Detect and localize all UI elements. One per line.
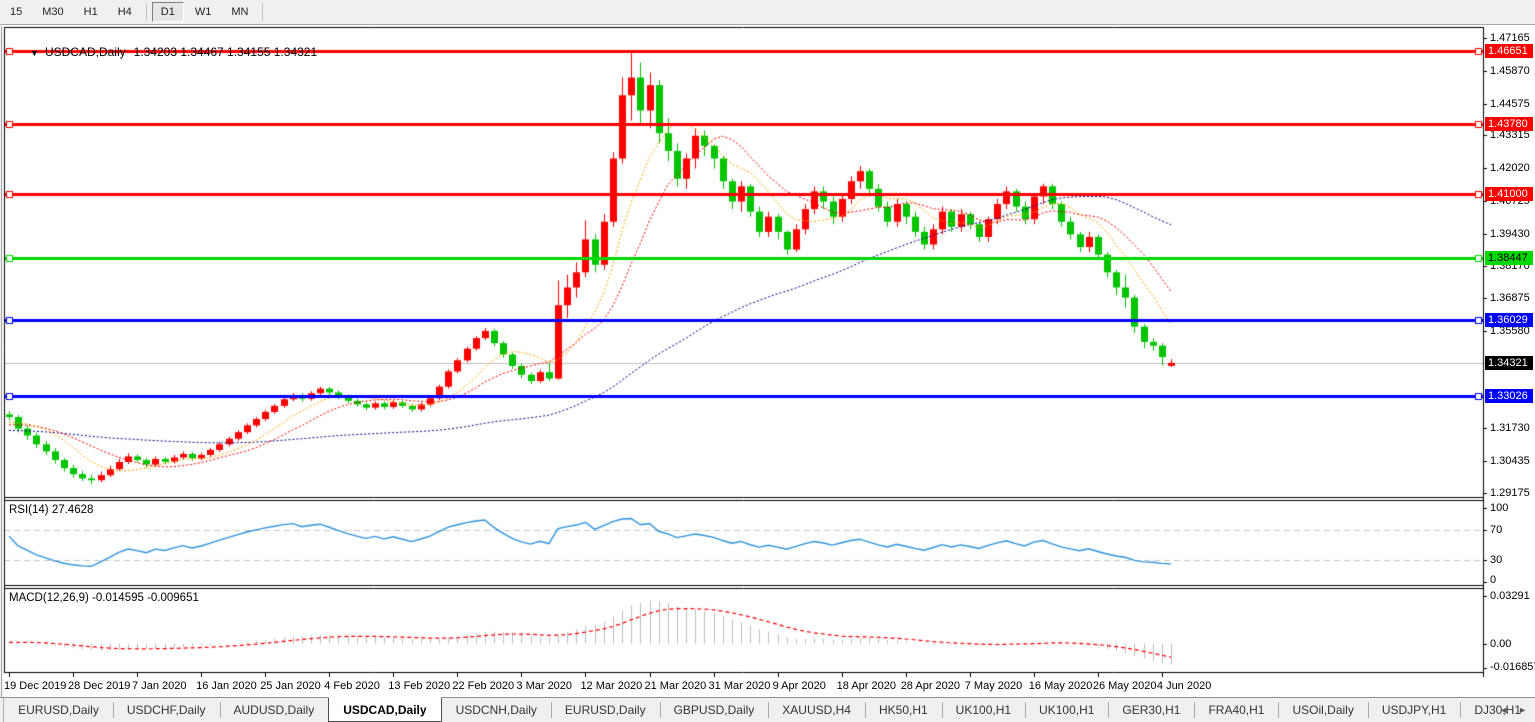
- chart-tab-usdcnh-daily[interactable]: USDCNH,Daily: [442, 698, 551, 722]
- timeframe-button-h4[interactable]: H4: [109, 2, 141, 22]
- date-axis-label: 7 Jan 2020: [132, 680, 186, 692]
- chart-tab-xauusd-h4[interactable]: XAUUSD,H4: [768, 698, 865, 722]
- price-tag-1.34321: 1.34321: [1485, 356, 1533, 370]
- chart-tab-uk100-h1[interactable]: UK100,H1: [1025, 698, 1108, 722]
- price-tag-1.46651: 1.46651: [1485, 44, 1533, 58]
- chart-window: ▼ USDCAD,Daily 1.34203 1.34467 1.34155 1.3…: [0, 26, 1535, 697]
- price-axis-tick: 1.36875: [1490, 292, 1530, 304]
- date-axis-label: 22 Feb 2020: [452, 680, 514, 692]
- date-axis-label: 9 Apr 2020: [773, 680, 826, 692]
- mt4-app: 15M30H1H4 D1W1MN ▼ USDCAD,Daily 1.34203 1.3…: [0, 0, 1535, 722]
- timeframe-button-15[interactable]: 15: [1, 2, 31, 22]
- chart-tab-audusd-daily[interactable]: AUDUSD,Daily: [220, 698, 329, 722]
- chart-tab-usoil-daily[interactable]: USOil,Daily: [1278, 698, 1367, 722]
- price-axis-tick: 1.35580: [1490, 325, 1530, 337]
- date-axis-label: 18 Apr 2020: [837, 680, 896, 692]
- chart-tab-uk100-h1[interactable]: UK100,H1: [942, 698, 1025, 722]
- macd-axis-tick: -0.016857: [1490, 661, 1535, 673]
- rsi-axis-tick: 0: [1490, 574, 1496, 586]
- price-tag-1.41000: 1.41000: [1485, 187, 1533, 201]
- date-axis-label: 4 Jun 2020: [1157, 680, 1211, 692]
- chart-title: ▼ USDCAD,Daily 1.34203 1.34467 1.34155 1.3…: [10, 31, 317, 73]
- price-axis-tick: 1.39430: [1490, 228, 1530, 240]
- collapse-arrow-icon[interactable]: ▼: [30, 48, 39, 58]
- timeframe-button-h1[interactable]: H1: [75, 2, 107, 22]
- chart-tab-fra40-h1[interactable]: FRA40,H1: [1194, 698, 1278, 722]
- chart-tab-hk50-h1[interactable]: HK50,H1: [865, 698, 942, 722]
- toolbar-separator: [146, 3, 147, 21]
- timeframe-button-m30[interactable]: M30: [33, 2, 72, 22]
- date-axis-label: 16 May 2020: [1029, 680, 1093, 692]
- date-axis-label: 25 Jan 2020: [260, 680, 321, 692]
- chart-tab-ger30-h1[interactable]: GER30,H1: [1108, 698, 1194, 722]
- date-axis-label: 7 May 2020: [965, 680, 1022, 692]
- date-axis-label: 12 Mar 2020: [580, 680, 642, 692]
- price-tag-1.36029: 1.36029: [1485, 313, 1533, 327]
- rsi-label: RSI(14) 27.4628: [9, 504, 93, 516]
- price-tag-1.43780: 1.43780: [1485, 117, 1533, 131]
- chart-tab-bar: EURUSD,DailyUSDCHF,DailyAUDUSD,DailyUSDC…: [0, 697, 1535, 722]
- date-axis-label: 4 Feb 2020: [324, 680, 380, 692]
- date-axis-label: 28 Apr 2020: [901, 680, 960, 692]
- price-axis-tick: 1.42020: [1490, 162, 1530, 174]
- chart-tab-usdjpy-h1[interactable]: USDJPY,H1: [1368, 698, 1460, 722]
- price-axis-tick: 1.31730: [1490, 422, 1530, 434]
- macd-axis-tick: 0.00: [1490, 638, 1511, 650]
- tab-scroll-arrows: ◄ ►: [1499, 698, 1531, 722]
- price-axis-tick: 1.45870: [1490, 65, 1530, 77]
- chart-ohlc-values: 1.34203 1.34467 1.34155 1.34321: [134, 45, 318, 59]
- date-axis-label: 16 Jan 2020: [196, 680, 257, 692]
- price-tag-1.33026: 1.33026: [1485, 389, 1533, 403]
- price-axis-tick: 1.47165: [1490, 32, 1530, 44]
- date-axis-label: 19 Dec 2019: [4, 680, 66, 692]
- scroll-right-icon[interactable]: ►: [1518, 705, 1527, 715]
- timeframe-toolbar: 15M30H1H4 D1W1MN: [0, 0, 1535, 25]
- macd-axis-tick: 0.03291: [1490, 590, 1530, 602]
- chart-tab-gbpusd-daily[interactable]: GBPUSD,Daily: [660, 698, 769, 722]
- price-axis-tick: 1.43315: [1490, 129, 1530, 141]
- price-axis-tick: 1.30435: [1490, 455, 1530, 467]
- rsi-axis-tick: 70: [1490, 524, 1502, 536]
- chart-canvas[interactable]: [0, 26, 1535, 697]
- timeframe-button-d1[interactable]: D1: [152, 2, 184, 22]
- toolbar-separator: [262, 3, 263, 21]
- price-axis-tick: 1.44575: [1490, 98, 1530, 110]
- chart-symbol-label: USDCAD,Daily: [45, 45, 126, 59]
- rsi-axis-tick: 30: [1490, 554, 1502, 566]
- date-axis-label: 28 Dec 2019: [68, 680, 130, 692]
- date-axis-label: 31 Mar 2020: [709, 680, 771, 692]
- macd-label: MACD(12,26,9) -0.014595 -0.009651: [9, 592, 199, 604]
- scroll-left-icon[interactable]: ◄: [1499, 705, 1508, 715]
- tab-list: EURUSD,DailyUSDCHF,DailyAUDUSD,DailyUSDC…: [4, 698, 1535, 722]
- price-tag-1.38447: 1.38447: [1485, 251, 1533, 265]
- price-axis-tick: 1.29175: [1490, 487, 1530, 499]
- date-axis-label: 21 Mar 2020: [645, 680, 707, 692]
- rsi-axis-tick: 100: [1490, 502, 1508, 514]
- chart-tab-eurusd-daily[interactable]: EURUSD,Daily: [551, 698, 660, 722]
- timeframe-button-mn[interactable]: MN: [222, 2, 257, 22]
- timeframe-button-w1[interactable]: W1: [186, 2, 221, 22]
- date-axis-label: 26 May 2020: [1093, 680, 1157, 692]
- chart-tab-usdcad-daily[interactable]: USDCAD,Daily: [328, 697, 441, 722]
- date-axis-label: 3 Mar 2020: [516, 680, 572, 692]
- chart-tab-usdchf-daily[interactable]: USDCHF,Daily: [113, 698, 220, 722]
- date-axis-label: 13 Feb 2020: [388, 680, 450, 692]
- chart-tab-eurusd-daily[interactable]: EURUSD,Daily: [4, 698, 113, 722]
